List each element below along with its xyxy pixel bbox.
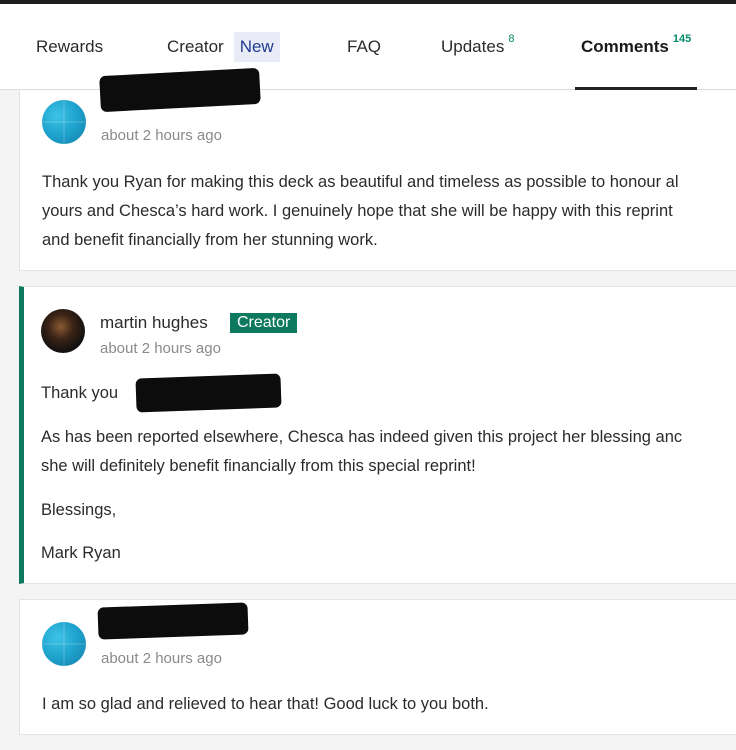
comment-time: about 2 hours ago	[101, 650, 222, 667]
user-avatar[interactable]	[42, 622, 86, 666]
tab-comments[interactable]: Comments 145	[574, 4, 698, 90]
closing-line: Blessings,	[41, 501, 117, 519]
tab-rewards[interactable]: Rewards	[36, 4, 103, 90]
tab-faq-label: FAQ	[347, 37, 382, 56]
author-name[interactable]: martin hughes	[100, 313, 208, 333]
creator-avatar[interactable]	[41, 309, 85, 353]
tab-updates[interactable]: Updates 8	[441, 4, 514, 90]
tab-faq[interactable]: FAQ	[347, 4, 381, 90]
comment-line: and benefit financially from her stunnin…	[42, 231, 378, 249]
comment-body: As has been reported elsewhere, Chesca h…	[41, 423, 736, 481]
creator-reply-card: martin hughes Creator about 2 hours ago …	[19, 286, 736, 584]
new-badge: New	[233, 32, 280, 62]
comment-body: Thank you Ryan for making this deck as b…	[42, 168, 736, 255]
creator-badge: Creator	[230, 313, 298, 333]
comment-line: I am so glad and relieved to hear that! …	[42, 695, 489, 713]
redacted-name	[135, 373, 282, 413]
comment-line: yours and Chesca’s hard work. I genuinel…	[42, 202, 673, 220]
redacted-username	[99, 67, 261, 113]
comment-card: about 2 hours ago Thank you Ryan for mak…	[19, 67, 736, 271]
updates-count: 8	[508, 33, 515, 45]
tab-updates-label: Updates	[441, 37, 505, 56]
user-avatar[interactable]	[42, 100, 86, 144]
tab-creator-label: Creator	[167, 37, 224, 56]
tab-comments-label: Comments	[581, 37, 669, 56]
comment-body: I am so glad and relieved to hear that! …	[42, 690, 736, 719]
tab-rewards-label: Rewards	[36, 37, 104, 56]
comment-line: As has been reported elsewhere, Chesca h…	[41, 428, 683, 446]
comment-time: about 2 hours ago	[101, 127, 222, 144]
comment-line: Thank you Ryan for making this deck as b…	[42, 173, 679, 191]
comment-card: about 2 hours ago I am so glad and relie…	[19, 599, 736, 735]
comment-time: about 2 hours ago	[100, 340, 221, 357]
comments-count: 145	[672, 33, 692, 45]
comment-line: she will definitely benefit financially …	[41, 457, 476, 475]
redacted-username	[97, 602, 249, 640]
signature-line: Mark Ryan	[41, 544, 121, 562]
